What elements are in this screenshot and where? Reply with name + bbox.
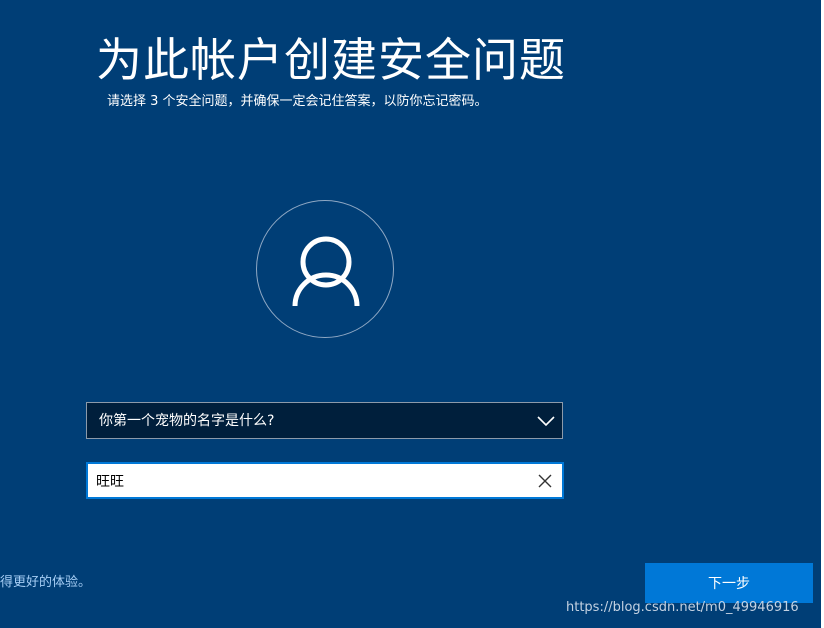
chevron-down-icon [537,416,555,427]
page-title: 为此帐户创建安全问题 [96,33,566,87]
privacy-link[interactable]: 得更好的体验。 [0,573,91,593]
answer-input[interactable] [96,464,516,497]
watermark-text: https://blog.csdn.net/m0_49946916 [566,600,799,615]
security-question-select[interactable]: 你第一个宠物的名字是什么? [86,402,563,439]
user-icon [292,236,360,307]
avatar [256,200,394,338]
answer-field[interactable] [86,462,564,499]
page-subtitle: 请选择 3 个安全问题，并确保一定会记住答案，以防你忘记密码。 [107,94,488,109]
security-question-value: 你第一个宠物的名字是什么? [99,413,275,429]
next-button[interactable]: 下一步 [645,563,813,603]
close-icon[interactable] [537,473,553,489]
